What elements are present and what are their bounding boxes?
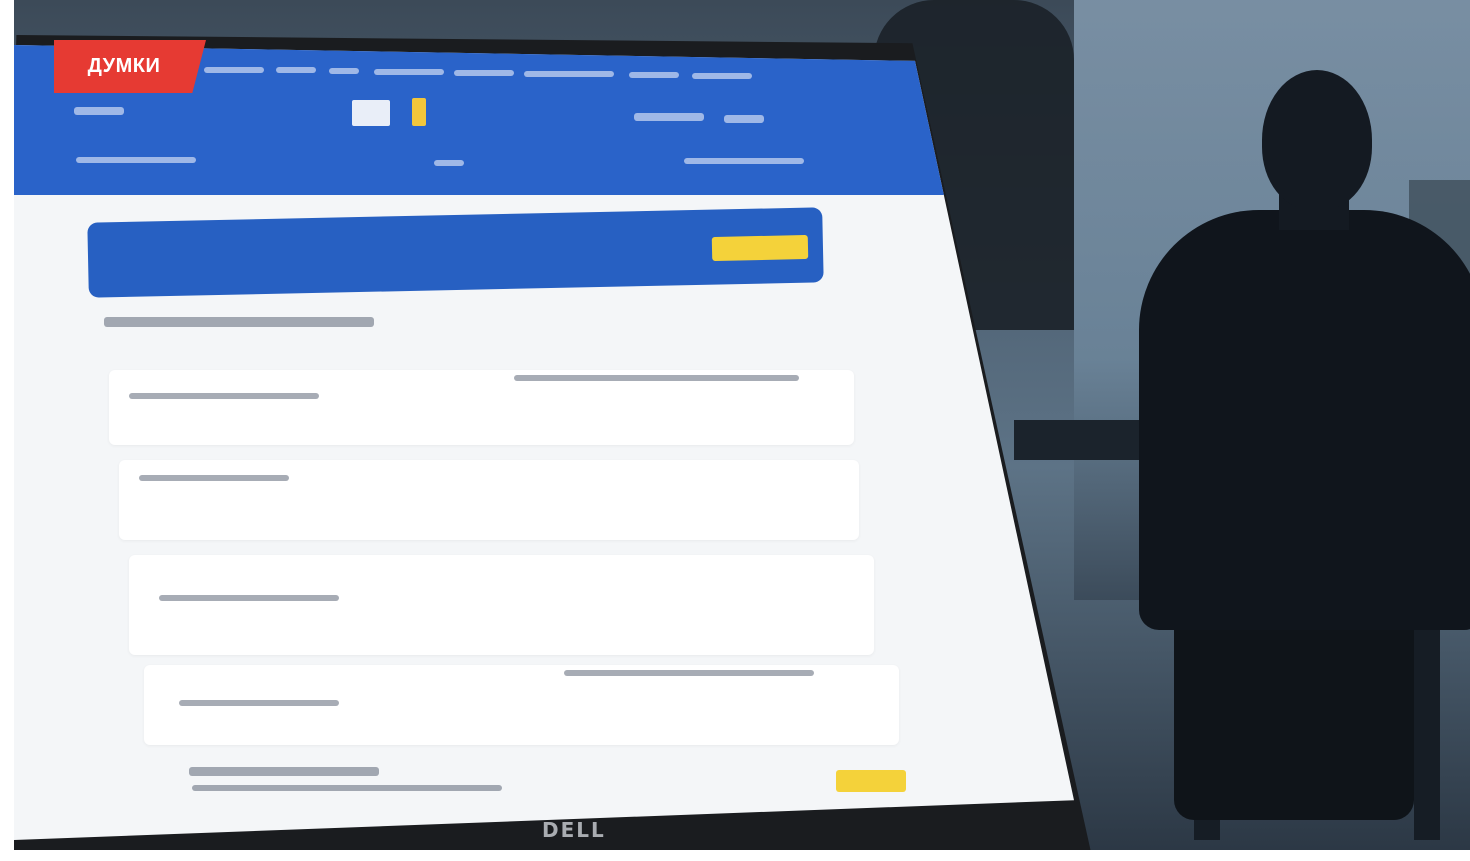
section-badge[interactable]: ДУМКИ: [54, 40, 206, 93]
content-text: [564, 670, 814, 676]
content-text: [514, 375, 799, 381]
nav-text: [204, 67, 264, 73]
header-link: [76, 157, 196, 163]
header-link: [74, 107, 124, 115]
seated-person-head: [1262, 70, 1372, 210]
nav-text: [629, 72, 679, 78]
hero-photo: DELL: [14, 0, 1470, 850]
portal-logo: [352, 100, 390, 126]
content-heading: [189, 767, 379, 776]
coat-of-arms-icon: [412, 98, 426, 126]
portal-action-button: [836, 770, 906, 792]
content-text: [179, 700, 339, 706]
portal-card: [129, 555, 874, 655]
office-chair: [1174, 600, 1414, 820]
portal-notice-button: [711, 234, 809, 262]
portal-card: [119, 460, 859, 540]
content-heading: [104, 317, 374, 327]
laptop-screen: [14, 45, 1074, 840]
content-text: [129, 393, 319, 399]
nav-text: [329, 68, 359, 74]
header-link: [434, 160, 464, 166]
content-text: [159, 595, 339, 601]
header-link: [634, 113, 704, 121]
nav-text: [692, 73, 752, 79]
content-text: [192, 785, 502, 791]
portal-card: [109, 370, 854, 445]
content-text: [139, 475, 289, 481]
section-badge-label: ДУМКИ: [87, 55, 161, 77]
header-link: [724, 115, 764, 123]
laptop-brand-logo: DELL: [542, 818, 606, 842]
nav-text: [524, 71, 614, 77]
nav-text: [374, 69, 444, 75]
nav-text: [454, 70, 514, 76]
nav-text: [276, 67, 316, 73]
header-link: [684, 158, 804, 164]
seated-person-body: [1139, 210, 1470, 630]
